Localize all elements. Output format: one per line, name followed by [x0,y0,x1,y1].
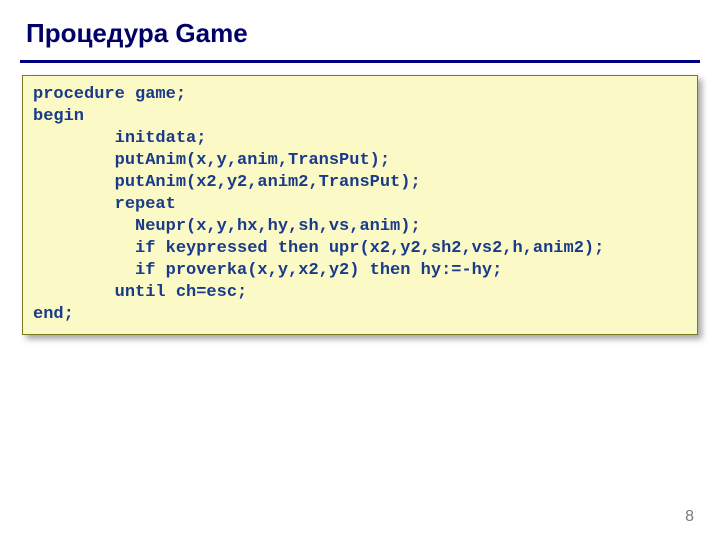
code-block: procedure game; begin initdata; putAnim(… [22,75,698,335]
code-line: putAnim(x,y,anim,TransPut); [33,150,687,172]
code-line: Neupr(x,y,hx,hy,sh,vs,anim); [33,216,687,238]
code-line: if keypressed then upr(x2,y2,sh2,vs2,h,a… [33,238,687,260]
title-rule [20,60,700,63]
code-line: begin [33,106,687,128]
code-block-wrap: procedure game; begin initdata; putAnim(… [22,75,698,335]
code-line: putAnim(x2,y2,anim2,TransPut); [33,172,687,194]
code-line: repeat [33,194,687,216]
slide: Процедура Game procedure game; begin ini… [0,0,720,540]
code-line: if proverka(x,y,x2,y2) then hy:=-hy; [33,260,687,282]
page-number: 8 [685,508,694,526]
code-line: procedure game; [33,84,687,106]
code-line: until ch=esc; [33,282,687,304]
code-line: initdata; [33,128,687,150]
page-title: Процедура Game [26,18,248,49]
code-line: end; [33,304,687,326]
